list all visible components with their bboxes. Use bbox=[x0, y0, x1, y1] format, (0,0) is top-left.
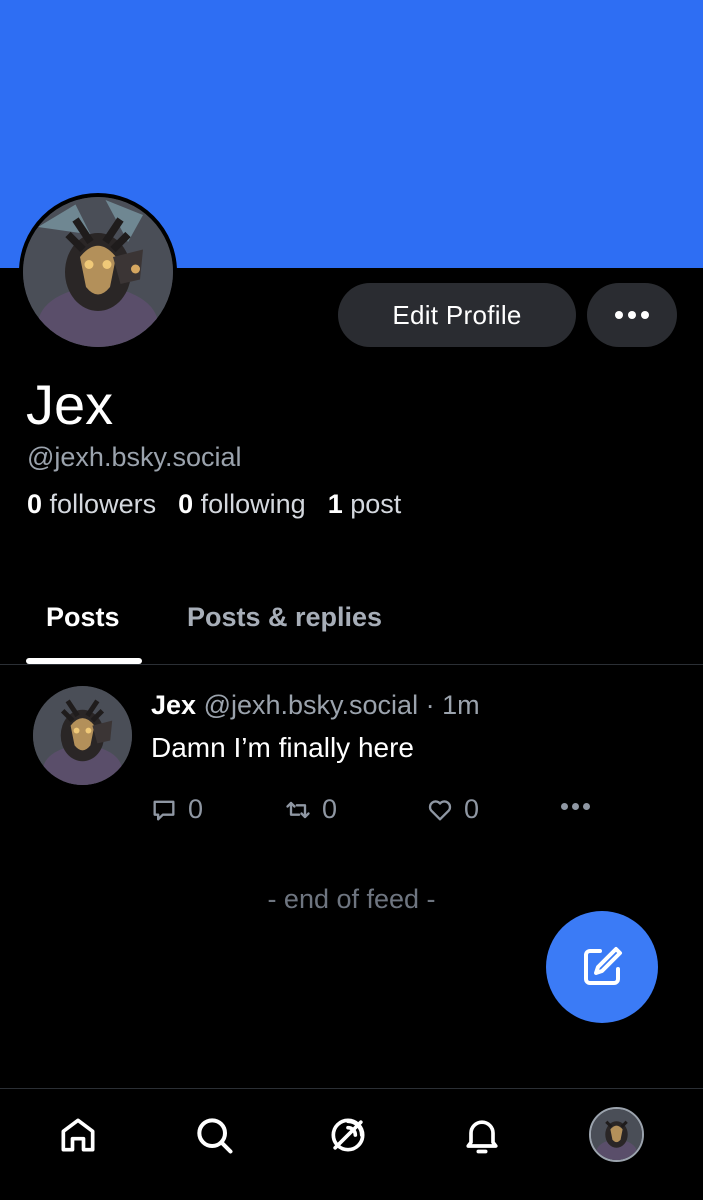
profile-more-button[interactable] bbox=[587, 283, 677, 347]
post-more-button[interactable] bbox=[561, 803, 590, 810]
post-actions: 0 0 0 bbox=[150, 794, 610, 828]
reply-button[interactable]: 0 bbox=[150, 794, 203, 825]
speech-bubble-icon bbox=[153, 800, 175, 820]
profile-display-name: Jex bbox=[26, 373, 114, 436]
repost-count: 0 bbox=[322, 794, 338, 824]
nav-home[interactable] bbox=[54, 1111, 102, 1159]
profile-avatar[interactable] bbox=[19, 193, 177, 351]
post-header: Jex @jexh.bsky.social · 1m bbox=[151, 690, 480, 721]
like-button[interactable]: 0 bbox=[426, 794, 479, 825]
profile-stats: 0 followers 0 following 1 post bbox=[27, 489, 423, 520]
repost-arrows-icon bbox=[286, 801, 310, 818]
following-label: following bbox=[200, 489, 306, 519]
tab-posts-and-replies[interactable]: Posts & replies bbox=[187, 602, 382, 633]
nav-search[interactable] bbox=[190, 1111, 238, 1159]
reply-count: 0 bbox=[188, 794, 204, 824]
feed-post[interactable]: Jex @jexh.bsky.social · 1m Damn I’m fina… bbox=[0, 666, 703, 846]
nav-feeds[interactable] bbox=[324, 1111, 372, 1159]
home-icon bbox=[61, 1118, 95, 1152]
posts-count: 1 bbox=[327, 489, 343, 519]
post-author-name[interactable]: Jex bbox=[151, 690, 196, 720]
post-timestamp: 1m bbox=[442, 690, 480, 720]
bell-icon bbox=[466, 1120, 498, 1154]
edit-profile-button[interactable]: Edit Profile bbox=[338, 283, 576, 347]
active-tab-indicator bbox=[26, 658, 142, 664]
heart-icon bbox=[428, 799, 452, 820]
post-author-handle[interactable]: @jexh.bsky.social bbox=[204, 690, 418, 720]
following-stat[interactable]: 0 following bbox=[178, 489, 306, 520]
followers-label: followers bbox=[49, 489, 157, 519]
nav-profile-avatar[interactable] bbox=[589, 1107, 644, 1162]
avatar-art-image bbox=[33, 686, 132, 785]
ellipsis-icon bbox=[561, 803, 590, 810]
search-icon bbox=[197, 1118, 233, 1154]
avatar-art-image bbox=[591, 1109, 642, 1160]
profile-handle: @jexh.bsky.social bbox=[27, 442, 242, 472]
following-count: 0 bbox=[178, 489, 194, 519]
repost-button[interactable]: 0 bbox=[284, 794, 337, 825]
post-author-avatar[interactable] bbox=[33, 686, 132, 785]
post-separator: · bbox=[418, 690, 443, 720]
compose-pencil-icon bbox=[584, 947, 622, 985]
nav-notifications[interactable] bbox=[458, 1111, 506, 1159]
followers-count: 0 bbox=[27, 489, 43, 519]
posts-stat: 1 post bbox=[328, 489, 402, 520]
avatar-art-image bbox=[23, 197, 173, 347]
satellite-dish-icon bbox=[331, 1118, 365, 1152]
like-count: 0 bbox=[464, 794, 480, 824]
tab-posts[interactable]: Posts bbox=[46, 602, 120, 633]
post-text: Damn I’m finally here bbox=[151, 732, 414, 763]
compose-button[interactable] bbox=[546, 911, 658, 1023]
ellipsis-icon bbox=[615, 311, 649, 319]
posts-label: post bbox=[350, 489, 402, 519]
profile-tabs: Posts Posts & replies bbox=[0, 592, 703, 665]
followers-stat[interactable]: 0 followers bbox=[27, 489, 156, 520]
bottom-nav-bar bbox=[0, 1088, 703, 1200]
